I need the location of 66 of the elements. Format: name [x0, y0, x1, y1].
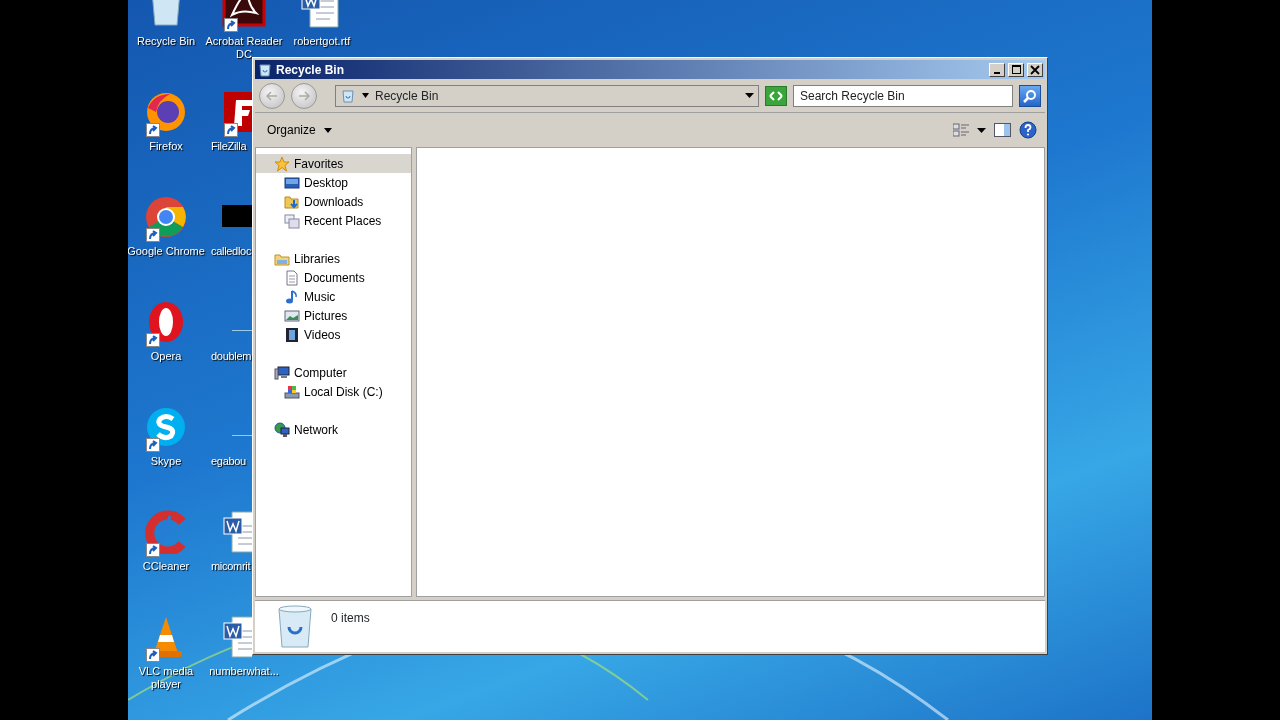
- icon-label: Firefox: [149, 140, 183, 153]
- icon-label: VLC media player: [137, 665, 195, 691]
- filezilla-icon[interactable]: [222, 90, 252, 134]
- recycle-bin-icon: [257, 61, 273, 78]
- nav-item[interactable]: Network: [256, 420, 411, 439]
- help-icon[interactable]: [1019, 121, 1037, 139]
- nav-item[interactable]: Computer: [256, 363, 411, 382]
- icon-label: FileZilla: [211, 140, 247, 153]
- caret-icon[interactable]: [362, 93, 369, 98]
- recycle-bin-icon: [340, 87, 356, 104]
- icon-label: robertgot.rtf: [293, 35, 351, 48]
- icon-label: calledloc: [211, 245, 252, 258]
- icon-label: Acrobat Reader DC: [204, 35, 284, 61]
- caret-icon[interactable]: [977, 127, 986, 133]
- icon-label: CCleaner: [142, 560, 190, 573]
- icon-label: doublem: [211, 350, 252, 363]
- organize-button[interactable]: Organize: [263, 119, 336, 141]
- shortcut-arrow-icon: [146, 437, 160, 452]
- preview-pane-icon[interactable]: [994, 123, 1011, 137]
- shortcut-arrow-icon: [146, 542, 160, 557]
- icon-label: Recycle Bin: [136, 35, 196, 48]
- documents-icon: [284, 269, 300, 286]
- item-count: 0 items: [331, 610, 370, 627]
- icon-label: micomrit: [211, 560, 251, 573]
- firefox-icon[interactable]: [144, 90, 188, 134]
- nav-item[interactable]: Documents: [256, 268, 411, 287]
- search-field[interactable]: Search Recycle Bin: [793, 84, 1013, 107]
- shortcut-arrow-icon: [146, 227, 160, 242]
- icon-label: numberwhat...: [209, 665, 279, 678]
- network-icon: [274, 421, 290, 438]
- shortcut-arrow-icon: [146, 122, 160, 137]
- window-title: Recycle Bin: [276, 61, 346, 79]
- nav-item[interactable]: Recent Places: [256, 211, 411, 230]
- address-bar[interactable]: Recycle Bin: [335, 84, 759, 107]
- nav-item[interactable]: Libraries: [256, 249, 411, 268]
- recycle-bin-icon: [275, 605, 315, 649]
- nav-item[interactable]: Local Disk (C:): [256, 382, 411, 401]
- star-icon: [274, 155, 290, 172]
- computer-icon: [274, 364, 290, 381]
- disk-icon: [284, 383, 300, 400]
- nav-item[interactable]: Music: [256, 287, 411, 306]
- desktop-icon: [284, 174, 300, 191]
- nav-item[interactable]: Desktop: [256, 173, 411, 192]
- skype-icon[interactable]: [144, 405, 188, 449]
- dropdown-caret-icon[interactable]: [745, 93, 754, 98]
- music-icon: [284, 288, 300, 305]
- nav-item[interactable]: Pictures: [256, 306, 411, 325]
- chrome-icon[interactable]: [144, 195, 188, 239]
- pictures-icon: [284, 307, 300, 324]
- nav-item[interactable]: Videos: [256, 325, 411, 344]
- shortcut-arrow-icon: [146, 332, 160, 347]
- icon-label: egabou: [211, 455, 246, 468]
- nav-item[interactable]: Favorites: [256, 154, 411, 173]
- shortcut-arrow-icon: [146, 647, 160, 662]
- videos-icon: [284, 326, 300, 343]
- icon-label: Opera: [150, 350, 182, 363]
- downloads-icon: [284, 193, 300, 210]
- ccleaner-icon[interactable]: [144, 510, 188, 554]
- icon-label: Skype: [150, 455, 182, 468]
- nav-item[interactable]: Downloads: [256, 192, 411, 211]
- shortcut-arrow-icon: [224, 17, 238, 32]
- shortcut-arrow-icon: [224, 122, 238, 137]
- caret-icon[interactable]: [323, 127, 332, 133]
- address-path[interactable]: Recycle Bin: [375, 86, 739, 105]
- icon-label: Google Chrome: [128, 245, 205, 258]
- view-options-icon[interactable]: [953, 123, 969, 137]
